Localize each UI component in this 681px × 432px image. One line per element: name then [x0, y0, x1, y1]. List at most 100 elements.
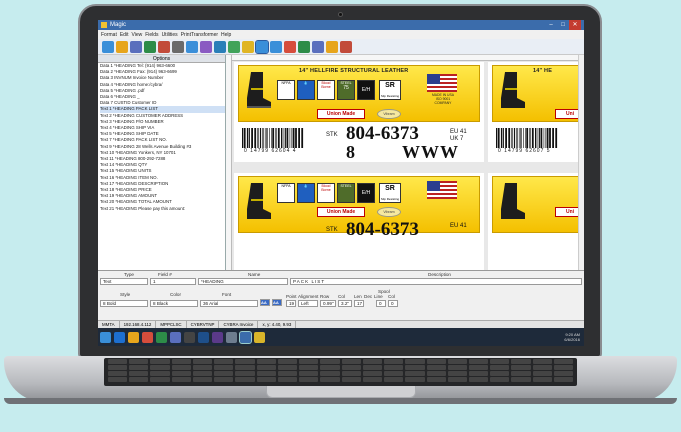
- zoom-icon[interactable]: [270, 40, 282, 53]
- ruler-top: [226, 55, 584, 61]
- boot-icon: [247, 72, 271, 108]
- explorer-icon[interactable]: [128, 331, 139, 343]
- col2-field[interactable]: 0: [388, 300, 398, 307]
- nfpa-badge: NFPA: [277, 80, 295, 100]
- design-canvas[interactable]: 14" HELLFIRE STRUCTURAL LEATHER NFPA 💧 B…: [226, 55, 584, 270]
- blood-text-2: Blood Borne: [321, 184, 331, 192]
- description-field[interactable]: PACK LIST: [290, 278, 582, 285]
- magic-taskbar-icon[interactable]: [239, 330, 252, 344]
- status-library: MMTA: [98, 321, 120, 328]
- grid-icon[interactable]: [214, 40, 226, 53]
- open-icon[interactable]: [102, 40, 114, 53]
- system-tray[interactable]: 9:20 AM 6/6/2016: [564, 332, 584, 342]
- menu-printtransformer[interactable]: PrintTransformer: [181, 32, 218, 38]
- style-label: Style: [120, 292, 131, 297]
- eh-badge: E/H: [357, 80, 375, 100]
- stk-prefix: STK: [326, 132, 338, 138]
- nfpa-badge-2: NFPA: [277, 183, 295, 203]
- nfpa-text: NFPA: [281, 81, 291, 85]
- slip-text: Slip Resisting: [380, 94, 400, 98]
- stk-prefix-2: STK: [326, 227, 338, 233]
- vertical-scrollbar[interactable]: [578, 55, 584, 270]
- color-select[interactable]: 8 Black: [150, 300, 198, 307]
- menu-utilities[interactable]: Utilities: [162, 32, 178, 38]
- copy-icon[interactable]: [172, 40, 184, 53]
- eh-text-2: E/H: [361, 190, 371, 196]
- text-icon[interactable]: [228, 40, 240, 53]
- image-icon[interactable]: [284, 40, 296, 53]
- laptop-foot: [4, 398, 677, 404]
- preview-icon[interactable]: [326, 40, 338, 53]
- help-icon[interactable]: [340, 40, 352, 53]
- webcam: [338, 12, 343, 17]
- line-field[interactable]: 0: [376, 300, 386, 307]
- font-grow-button[interactable]: AA: [260, 299, 270, 306]
- align-icon[interactable]: [200, 40, 212, 53]
- menu-fields[interactable]: Fields: [145, 32, 158, 38]
- select-icon[interactable]: [255, 39, 269, 54]
- ie-icon[interactable]: [114, 331, 125, 343]
- folder-icon[interactable]: [116, 40, 128, 53]
- app-icon-b[interactable]: [212, 331, 223, 343]
- screen: Magic – □ ✕ Format Edit View Fields Util…: [98, 20, 584, 346]
- type-field[interactable]: Text: [100, 278, 148, 285]
- field-number[interactable]: 1: [150, 278, 196, 285]
- sr-text-2: SR: [385, 185, 395, 192]
- barcode-number-right: 0 14799 62607 5: [498, 148, 551, 154]
- close-button[interactable]: ✕: [569, 20, 581, 30]
- alignment-select[interactable]: Left: [298, 300, 318, 307]
- maximize-button[interactable]: □: [557, 20, 569, 30]
- box-icon[interactable]: [312, 40, 324, 53]
- blood-text: Blood Borne: [321, 81, 331, 89]
- line-label: Line: [374, 294, 383, 299]
- label-preview-right[interactable]: 14" HE Uni 0 14799 62607 5: [488, 62, 584, 162]
- chrome-icon[interactable]: [142, 331, 153, 343]
- field-list: Data 1 *HEADING Tel: (914) 963-6600 Data …: [98, 63, 225, 270]
- len-field[interactable]: 17: [354, 300, 364, 307]
- word-icon[interactable]: [170, 331, 181, 343]
- menu-view[interactable]: View: [131, 32, 142, 38]
- cut-icon[interactable]: [158, 40, 170, 53]
- label-preview-right-2[interactable]: Uni: [488, 173, 584, 270]
- minimize-button[interactable]: –: [545, 20, 557, 30]
- row-field[interactable]: 0.99": [320, 300, 336, 307]
- status-printer: CYBRVTNP: [187, 321, 220, 328]
- font-shrink-button[interactable]: AA: [272, 299, 282, 306]
- keyboard: [104, 358, 577, 386]
- status-ip: 192.168.4.112: [120, 321, 157, 328]
- menu-help[interactable]: Help: [221, 32, 231, 38]
- label-preview[interactable]: 14" HELLFIRE STRUCTURAL LEATHER NFPA 💧 B…: [234, 62, 484, 162]
- line-icon[interactable]: [298, 40, 310, 53]
- print-icon[interactable]: [144, 40, 156, 53]
- us-size: 8: [346, 142, 355, 162]
- col2-label: Col: [388, 294, 395, 299]
- save-icon[interactable]: [130, 40, 142, 53]
- col-field[interactable]: 3.2": [338, 300, 352, 307]
- app-icon-a[interactable]: [198, 331, 209, 343]
- name-field[interactable]: *HEADING: [198, 278, 288, 285]
- us-flag-icon: [427, 74, 457, 92]
- terminal-icon[interactable]: [184, 331, 195, 343]
- label-banner: 14" HELLFIRE STRUCTURAL LEATHER NFPA 💧 B…: [238, 65, 480, 122]
- font-select[interactable]: 36 Arial: [200, 300, 258, 307]
- steel-text-2: STEEL: [340, 184, 352, 188]
- app-icon-c[interactable]: [226, 331, 237, 343]
- paste-icon[interactable]: [186, 40, 198, 53]
- steel-num: 75: [343, 85, 349, 91]
- menu-edit[interactable]: Edit: [120, 32, 129, 38]
- label-banner-right: 14" HE Uni: [492, 65, 584, 122]
- excel-icon[interactable]: [156, 331, 167, 343]
- menu-format[interactable]: Format: [101, 32, 117, 38]
- style-select[interactable]: 8 Bold: [100, 300, 148, 307]
- app-icon-d[interactable]: [254, 331, 265, 343]
- point-field[interactable]: 19: [286, 300, 296, 307]
- blood-badge: Blood Borne: [317, 80, 335, 100]
- start-icon[interactable]: [100, 331, 111, 343]
- barcode-icon[interactable]: [242, 40, 254, 53]
- boot-icon-2: [247, 183, 271, 219]
- field-list-item[interactable]: Text 21 *HEADING Please pay this amount:: [100, 206, 225, 212]
- stock-number-2: 804-6373: [346, 219, 419, 240]
- status-form: CYBRA Invoice: [219, 321, 259, 328]
- len-label: Len: [354, 294, 362, 299]
- label-preview-2[interactable]: NFPA 💧 Blood Borne STEEL E/H SR Slip Resi…: [234, 173, 484, 270]
